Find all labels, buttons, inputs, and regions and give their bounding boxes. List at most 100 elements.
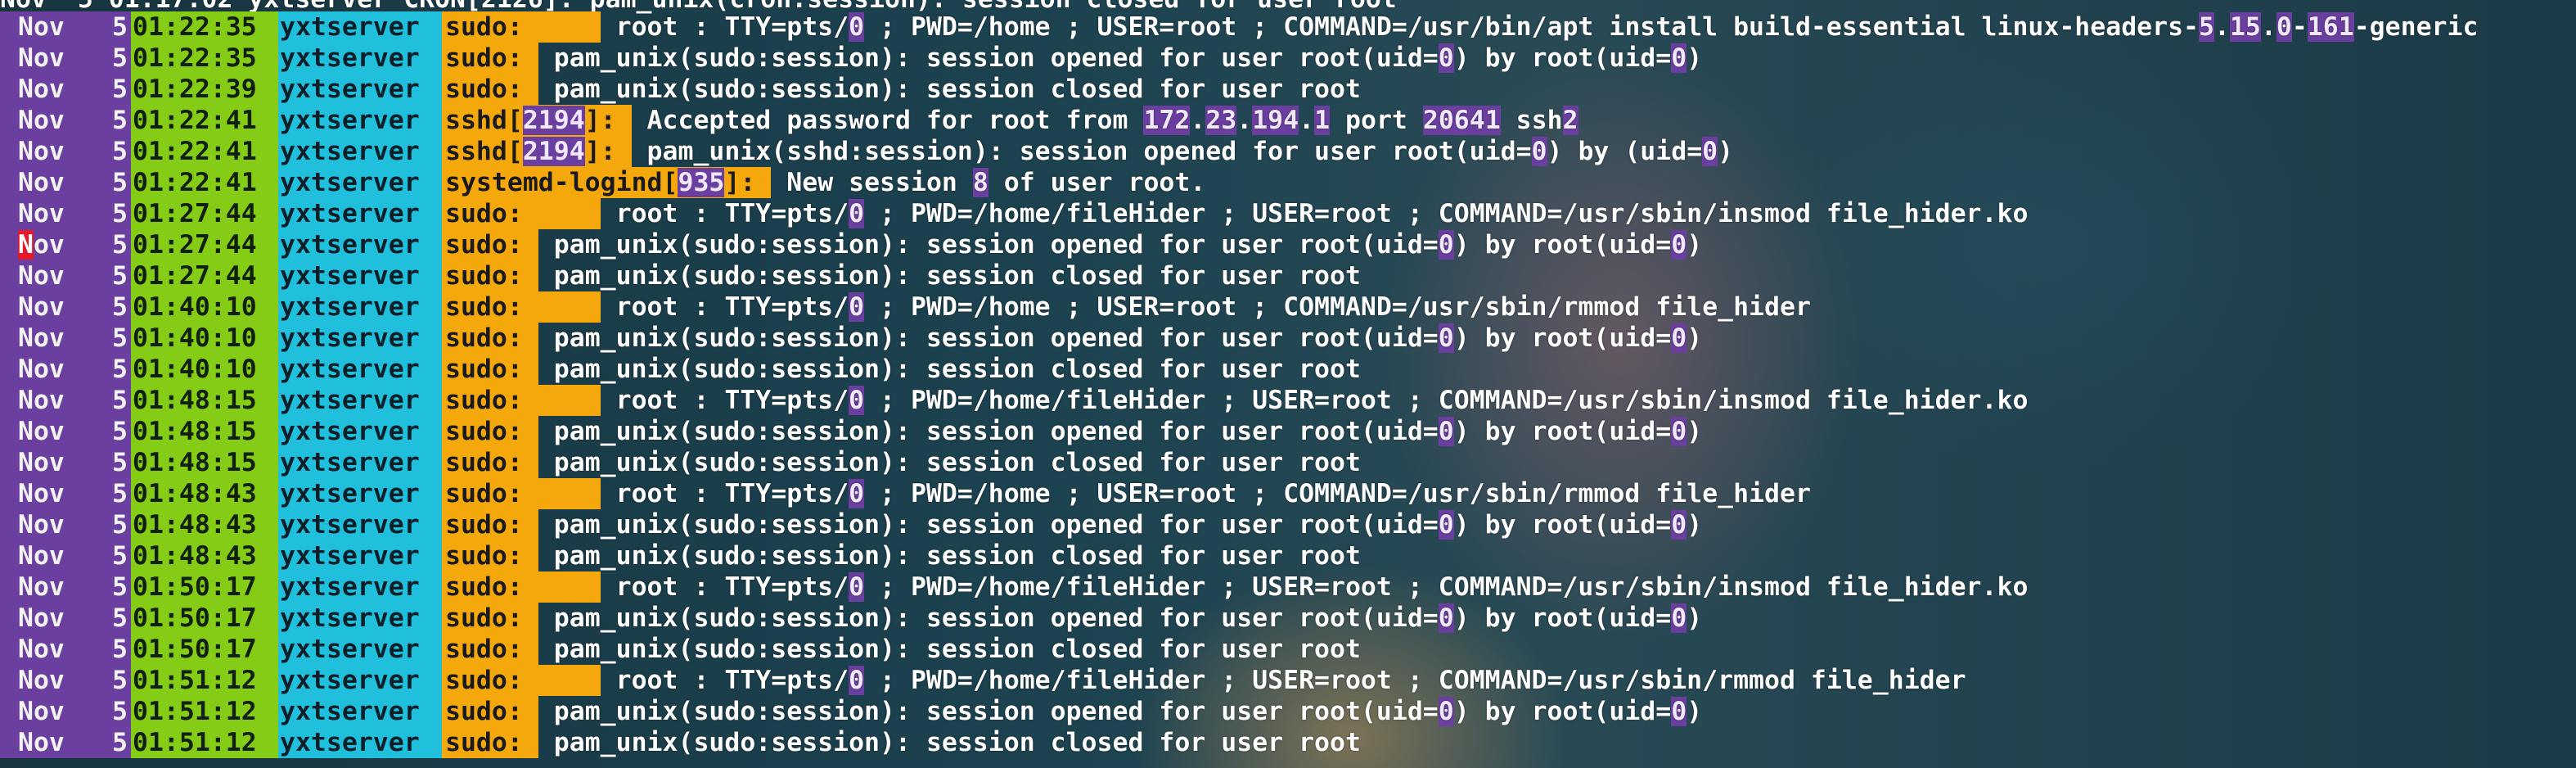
log-time: 01:40:10 — [131, 354, 278, 385]
number-highlight: 23 — [1205, 106, 1237, 135]
log-line: Nov 5 01:22:35 yxtserver sudo: root : TTY=pt… — [0, 11, 2478, 43]
log-line: Nov 5 01:50:17 yxtserver sudo: pam_unix(sudo… — [0, 634, 1361, 665]
log-day: 5 — [97, 385, 131, 416]
log-time: 01:51:12 — [131, 665, 278, 696]
log-line: Nov 5 01:22:35 yxtserver sudo: pam_unix(sudo… — [0, 43, 1702, 74]
log-host: yxtserver — [278, 105, 442, 136]
log-month: Nov — [0, 11, 97, 43]
log-day: 5 — [97, 354, 131, 385]
log-process: sshd[2194]: — [442, 136, 632, 167]
log-time: 01:27:44 — [131, 229, 278, 260]
log-line: Nov 5 01:22:41 yxtserver systemd-logind[935]… — [0, 167, 1205, 198]
log-line: Nov 5 01:50:17 yxtserver sudo: root : TTY=pt… — [0, 571, 2028, 603]
log-month: Nov — [0, 354, 97, 385]
log-time: 01:51:12 — [131, 696, 278, 727]
terminal-log-view[interactable]: Nov 5 01:17:02 yxtserver CRON[2126]: pam… — [0, 0, 2576, 768]
number-highlight: 0 — [1438, 43, 1454, 73]
log-line: Nov 5 01:51:12 yxtserver sudo: root : TTY=pt… — [0, 665, 1966, 696]
log-message: root : TTY=pts/0 ; PWD=/home/fileHider ;… — [600, 386, 2029, 415]
log-line: Nov 5 01:48:43 yxtserver sudo: pam_unix(sudo… — [0, 540, 1361, 571]
log-time: 01:40:10 — [131, 323, 278, 354]
log-message: root : TTY=pts/0 ; PWD=/home ; USER=root… — [600, 479, 1811, 508]
log-process: sudo: — [442, 354, 538, 385]
log-line: Nov 5 01:50:17 yxtserver sudo: pam_unix(sudo… — [0, 603, 1702, 634]
number-highlight: 0 — [1438, 323, 1454, 353]
log-host: yxtserver — [278, 354, 442, 385]
number-highlight: 0 — [1438, 230, 1454, 260]
log-time: 01:48:43 — [131, 478, 278, 509]
log-time: 01:48:15 — [131, 416, 278, 447]
log-message: pam_unix(sudo:session): session closed f… — [538, 75, 1361, 104]
log-process: sudo: — [442, 416, 538, 447]
log-month: Nov — [0, 634, 97, 665]
log-day: 5 — [97, 665, 131, 696]
log-line: Nov 5 01:48:15 yxtserver sudo: pam_unix(sudo… — [0, 447, 1361, 478]
log-process: systemd-logind[935]: — [442, 167, 772, 198]
log-message: root : TTY=pts/0 ; PWD=/home/fileHider ;… — [600, 572, 2029, 602]
log-month: Nov — [0, 447, 97, 478]
log-process: sudo: — [442, 665, 601, 696]
log-line: Nov 5 01:22:41 yxtserver sshd[2194]: Accepte… — [0, 105, 1578, 136]
number-highlight: 2194 — [522, 106, 585, 135]
log-day: 5 — [97, 603, 131, 634]
log-process: sudo: — [442, 571, 601, 603]
log-host: yxtserver — [278, 665, 442, 696]
log-process: sudo: — [442, 478, 601, 509]
log-line: Nov 5 01:51:12 yxtserver sudo: pam_unix(sudo… — [0, 727, 1361, 758]
log-day: 5 — [97, 260, 131, 291]
number-highlight: 15 — [2229, 12, 2261, 42]
log-process: sudo: — [442, 43, 538, 74]
log-message: Accepted password for root from 172.23.1… — [631, 106, 1578, 135]
log-time: 01:27:44 — [131, 198, 278, 229]
log-month: Nov — [0, 727, 97, 758]
log-process: sudo: — [442, 229, 538, 260]
log-host: yxtserver — [278, 198, 442, 229]
log-month: Nov — [0, 136, 97, 167]
log-host: yxtserver — [278, 571, 442, 603]
log-line: Nov 5 01:27:44 yxtserver sudo: root : TTY=pt… — [0, 198, 2028, 229]
log-time: 01:40:10 — [131, 291, 278, 323]
log-time: 01:50:17 — [131, 603, 278, 634]
log-host: yxtserver — [278, 43, 442, 74]
number-highlight: 1 — [1314, 106, 1331, 135]
log-message: pam_unix(sshd:session): session opened f… — [631, 137, 1734, 166]
log-month: Nov — [0, 385, 97, 416]
log-month: Nov — [0, 291, 97, 323]
log-month: Nov — [0, 603, 97, 634]
number-highlight: 0 — [1438, 510, 1454, 540]
number-highlight: 0 — [1438, 417, 1454, 446]
log-month: Nov — [0, 509, 97, 540]
number-highlight: 172 — [1143, 106, 1191, 135]
log-process: sudo: — [442, 291, 601, 323]
log-line: Nov 5 01:27:44 yxtserver sudo: pam_unix(sudo… — [0, 260, 1361, 291]
log-month: Nov — [0, 665, 97, 696]
number-highlight: 194 — [1252, 106, 1299, 135]
log-time: 01:22:39 — [131, 74, 278, 105]
log-day: 5 — [97, 696, 131, 727]
log-month: Nov — [0, 323, 97, 354]
number-highlight: 0 — [1438, 603, 1454, 633]
log-day: 5 — [97, 229, 131, 260]
log-day: 5 — [97, 540, 131, 571]
log-host: yxtserver — [278, 323, 442, 354]
log-day: 5 — [97, 136, 131, 167]
log-time: 01:50:17 — [131, 571, 278, 603]
log-month: Nov — [0, 229, 97, 260]
log-day: 5 — [97, 43, 131, 74]
log-host: yxtserver — [278, 136, 442, 167]
log-host: yxtserver — [278, 478, 442, 509]
log-day: 5 — [97, 727, 131, 758]
log-process: sudo: — [442, 509, 538, 540]
log-host: yxtserver — [278, 385, 442, 416]
log-message: pam_unix(sudo:session): session opened f… — [538, 323, 1703, 353]
log-host: yxtserver — [278, 634, 442, 665]
log-message: pam_unix(sudo:session): session opened f… — [538, 603, 1703, 633]
log-month: Nov — [0, 478, 97, 509]
log-line: Nov 5 01:48:15 yxtserver sudo: root : TTY=pt… — [0, 385, 2028, 416]
log-host: yxtserver — [278, 727, 442, 758]
number-highlight: 0 — [1671, 230, 1687, 260]
log-month: Nov — [0, 105, 97, 136]
log-time: 01:22:35 — [131, 43, 278, 74]
number-highlight: 5 — [2199, 12, 2214, 42]
log-day: 5 — [97, 416, 131, 447]
